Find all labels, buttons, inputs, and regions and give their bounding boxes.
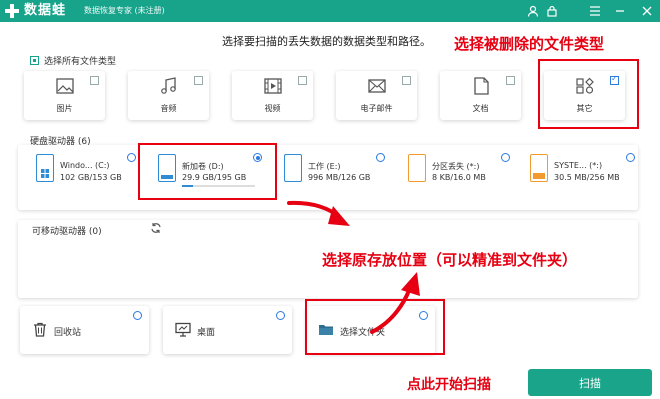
document-icon	[473, 77, 489, 95]
annotation-choose-location: 选择原存放位置（可以精准到文件夹）	[322, 251, 578, 269]
drive-e[interactable]: 工作 (E:) 996 MB/126 GB	[284, 152, 384, 192]
drive-name: Windo... (C:)	[60, 161, 110, 170]
trash-icon	[34, 322, 46, 337]
lock-icon[interactable]	[541, 0, 563, 22]
location-label: 桌面	[197, 328, 216, 338]
drive-icon	[530, 154, 548, 182]
minimize-icon[interactable]	[609, 0, 631, 22]
app-name: 数据蛙	[24, 3, 67, 18]
select-all-label: 选择所有文件类型	[44, 57, 117, 67]
location-radio[interactable]	[133, 311, 142, 320]
filetype-label: 视频	[264, 104, 281, 113]
filetype-label: 电子邮件	[360, 104, 393, 113]
instruction-text: 选择要扫描的丢失数据的数据类型和路径。	[222, 35, 431, 48]
drive-lost-radio[interactable]	[501, 153, 510, 162]
drive-size: 996 MB/126 GB	[308, 173, 371, 182]
drive-icon	[284, 154, 302, 182]
location-desktop[interactable]: 桌面	[163, 306, 292, 354]
drive-name: 分区丢失 (*:)	[432, 162, 480, 171]
drive-size: 8 KB/16.0 MB	[432, 173, 486, 182]
drive-c[interactable]: Windo... (C:) 102 GB/153 GB	[36, 152, 136, 192]
refresh-icon[interactable]	[150, 222, 162, 234]
location-label: 回收站	[54, 328, 82, 338]
video-icon	[263, 78, 282, 94]
menu-icon[interactable]	[584, 0, 606, 22]
mail-icon	[367, 79, 386, 93]
filetype-card-image[interactable]: 图片	[24, 71, 105, 120]
location-radio[interactable]	[276, 311, 285, 320]
removable-label: 可移动驱动器 (0)	[32, 227, 102, 237]
app-logo-icon	[5, 4, 19, 18]
filetype-checkbox[interactable]	[402, 76, 411, 85]
select-all-checkbox[interactable]	[30, 56, 39, 65]
annotation-choose-type: 选择被删除的文件类型	[454, 35, 605, 53]
filetype-label: 图片	[56, 104, 73, 113]
drive-system[interactable]: SYSTE... (*:) 30.5 MB/256 MB	[530, 152, 630, 192]
filetype-checkbox[interactable]	[194, 76, 203, 85]
close-icon[interactable]	[636, 0, 658, 22]
filetype-checkbox[interactable]	[506, 76, 515, 85]
scan-button[interactable]: 扫描	[528, 369, 652, 396]
drive-icon	[408, 154, 426, 182]
filetype-checkbox[interactable]	[298, 76, 307, 85]
location-recycle-bin[interactable]: 回收站	[20, 306, 149, 354]
drive-lost-partition[interactable]: 分区丢失 (*:) 8 KB/16.0 MB	[408, 152, 508, 192]
filetype-card-audio[interactable]: 音频	[128, 71, 209, 120]
drive-system-radio[interactable]	[626, 153, 635, 162]
annotation-click-scan: 点此开始扫描	[407, 377, 491, 393]
title-bar: 数据蛙 数据恢复专家 (未注册)	[0, 0, 660, 22]
filetype-label: 文档	[472, 104, 489, 113]
filetype-checkbox[interactable]	[90, 76, 99, 85]
highlight-box-drive	[138, 143, 277, 200]
highlight-box-folder	[305, 299, 445, 355]
drive-size: 102 GB/153 GB	[60, 173, 122, 182]
desktop-icon	[175, 322, 191, 337]
filetype-card-video[interactable]: 视频	[232, 71, 313, 120]
drive-size: 30.5 MB/256 MB	[554, 173, 620, 182]
drive-name: 工作 (E:)	[308, 162, 341, 171]
highlight-box-filetype	[538, 59, 639, 129]
drive-c-radio[interactable]	[127, 153, 136, 162]
music-icon	[160, 77, 176, 94]
drive-name: SYSTE... (*:)	[554, 161, 603, 170]
drive-icon	[36, 154, 54, 182]
drive-e-radio[interactable]	[376, 153, 385, 162]
filetype-card-email[interactable]: 电子邮件	[336, 71, 417, 120]
select-all-types[interactable]: 选择所有文件类型	[30, 54, 116, 67]
image-icon	[55, 78, 74, 94]
filetype-label: 音频	[160, 104, 177, 113]
windows-logo-icon	[41, 169, 49, 178]
app-subtitle: 数据恢复专家 (未注册)	[84, 6, 165, 15]
filetype-card-document[interactable]: 文档	[440, 71, 521, 120]
